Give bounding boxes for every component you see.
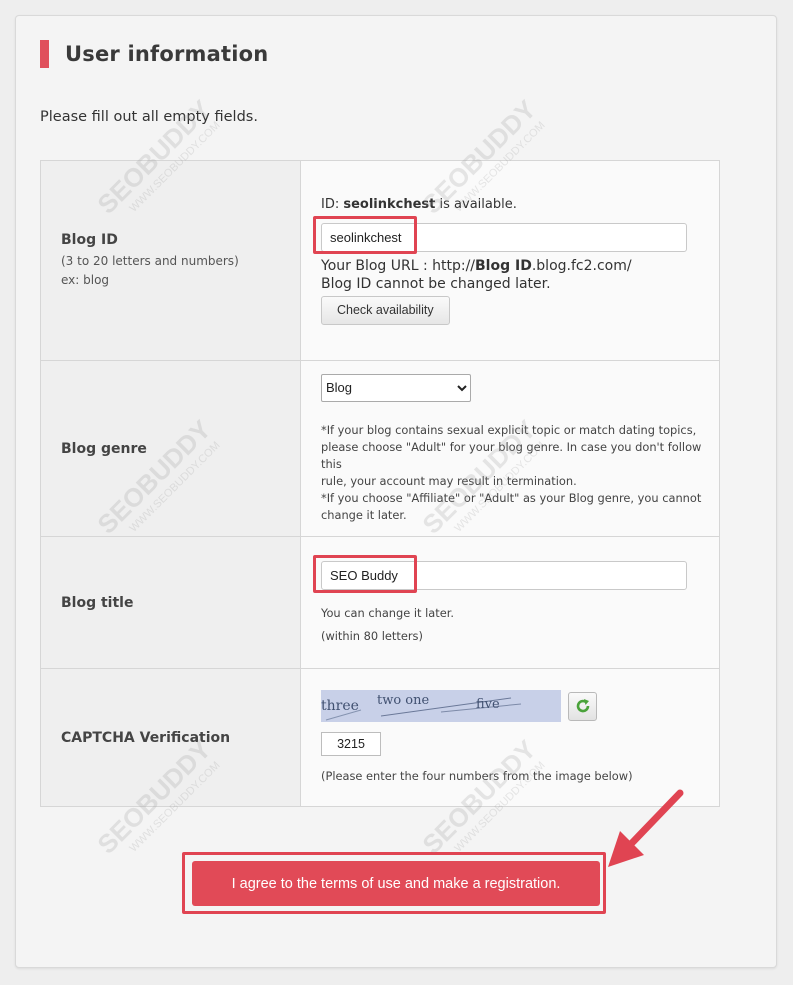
availability-message: ID: seolinkchest is available.: [321, 197, 719, 212]
blog-id-row: Blog ID (3 to 20 letters and numbers) ex…: [40, 160, 720, 361]
blog-genre-select[interactable]: Blog: [321, 373, 471, 402]
captcha-image: three two one five: [321, 690, 561, 722]
genre-note-line: please choose "Adult" for your blog genr…: [321, 439, 702, 471]
genre-note-line: *If you choose "Affiliate" or "Adult" as…: [321, 490, 702, 505]
genre-note-line: change it later.: [321, 507, 407, 522]
blog-title-field-cell: You can change it later. (within 80 lett…: [300, 536, 720, 669]
blog-id-hint-example: ex: blog: [61, 272, 110, 287]
check-availability-button[interactable]: Check availability: [321, 295, 450, 325]
captcha-label-cell: CAPTCHA Verification: [40, 668, 301, 807]
blog-genre-label: Blog genre: [61, 440, 147, 457]
blog-id-note: Blog ID cannot be changed later.: [321, 275, 551, 292]
captcha-word: two one: [377, 693, 430, 708]
genre-note-line: rule, your account may result in termina…: [321, 473, 577, 488]
captcha-word: five: [476, 697, 500, 712]
blog-id-input[interactable]: [321, 222, 687, 252]
user-info-form: Blog ID (3 to 20 letters and numbers) ex…: [40, 160, 720, 807]
blog-url-line: Your Blog URL : http://Blog ID.blog.fc2.…: [321, 258, 719, 274]
availability-prefix: ID:: [321, 196, 344, 212]
availability-id: seolinkchest: [343, 196, 436, 212]
blog-title-label-cell: Blog title: [40, 536, 301, 669]
captcha-word: three: [321, 698, 359, 714]
captcha-note: (Please enter the four numbers from the …: [321, 769, 633, 783]
blog-id-label-cell: Blog ID (3 to 20 letters and numbers) ex…: [40, 160, 301, 361]
blog-id-hint: (3 to 20 letters and numbers) ex: blog: [61, 252, 300, 290]
red-pointer-arrow-icon: [608, 789, 684, 867]
blog-genre-field-cell: Blog *If your blog contains sexual expli…: [300, 360, 720, 537]
blog-url-bold: Blog ID: [475, 257, 532, 274]
blog-id-hint-length: (3 to 20 letters and numbers): [61, 253, 239, 268]
intro-text: Please fill out all empty fields.: [40, 109, 258, 125]
blog-genre-note: *If your blog contains sexual explicit t…: [321, 422, 719, 524]
genre-note-line: *If your blog contains sexual explicit t…: [321, 422, 697, 437]
refresh-icon: [576, 699, 589, 713]
blog-genre-label-cell: Blog genre: [40, 360, 301, 537]
captcha-input[interactable]: [321, 732, 381, 756]
availability-suffix: is available.: [435, 196, 517, 212]
captcha-refresh-button[interactable]: [568, 691, 597, 721]
captcha-label: CAPTCHA Verification: [61, 729, 231, 746]
blog-genre-row: Blog genre Blog *If your blog contains s…: [40, 360, 720, 537]
blog-id-label: Blog ID: [61, 231, 118, 248]
blog-url-prefix: Your Blog URL : http://: [321, 257, 476, 274]
agree-register-button[interactable]: I agree to the terms of use and make a r…: [192, 861, 600, 906]
blog-title-row: Blog title You can change it later. (wit…: [40, 536, 720, 669]
blog-title-input[interactable]: [321, 560, 687, 590]
blog-id-field-cell: ID: seolinkchest is available. Your Blog…: [300, 160, 720, 361]
blog-title-note: You can change it later.: [321, 605, 455, 620]
blog-url-suffix: .blog.fc2.com/: [531, 257, 632, 274]
blog-title-limit: (within 80 letters): [321, 628, 423, 643]
title-accent-bar: [40, 40, 49, 68]
blog-title-label: Blog title: [61, 594, 134, 611]
page-title: User information: [65, 42, 269, 66]
